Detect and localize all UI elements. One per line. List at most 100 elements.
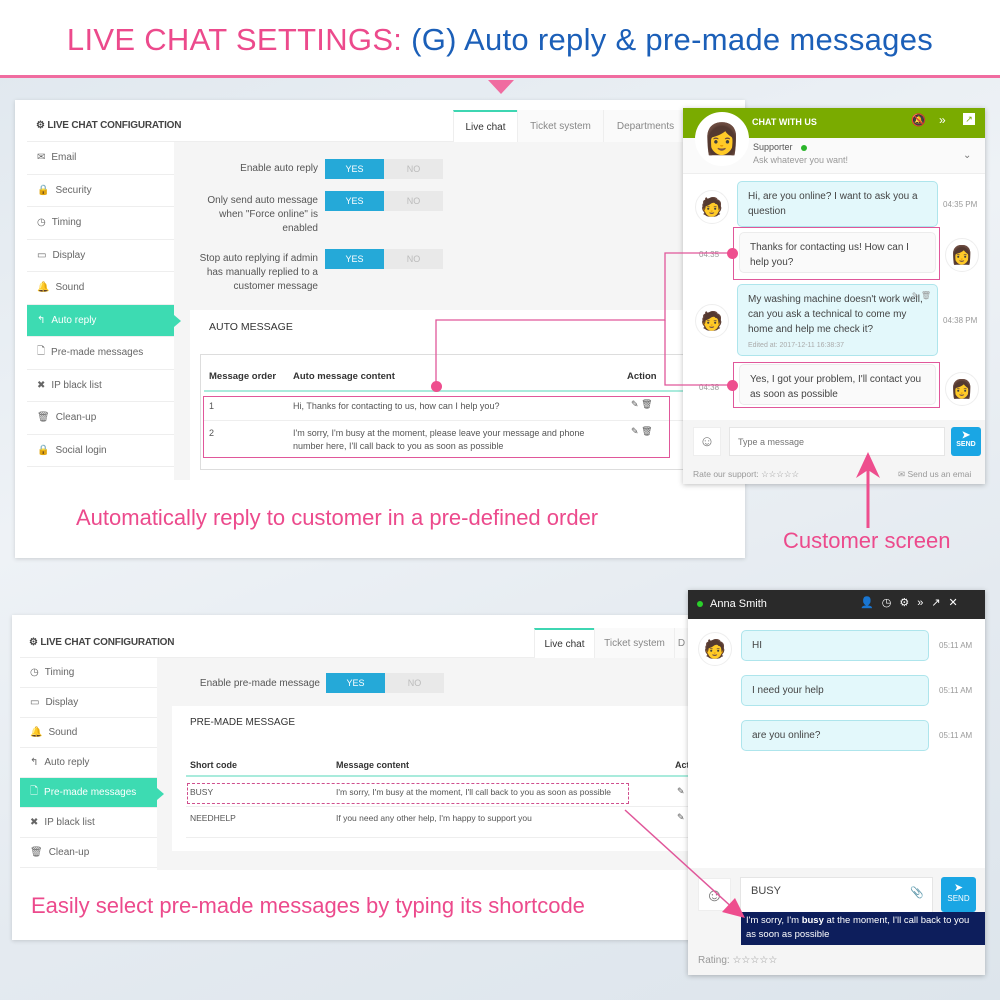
pencil-icon[interactable]: ✎ <box>912 291 919 300</box>
bell-icon: 🔔 <box>37 282 50 294</box>
trash-icon[interactable]: 🗑 <box>921 291 931 300</box>
mute-icon[interactable]: 🔕 <box>911 113 926 127</box>
message-bubble: Hi, are you online? I want to ask you a … <box>737 181 938 227</box>
sidebar: ✉ Email 🔒 Security ◷ Timing ▭ Display 🔔 Sound ↰ Aut… <box>27 142 181 480</box>
history-icon[interactable]: ◷ <box>882 597 900 609</box>
bell-icon: 🔔 <box>30 727 43 738</box>
agent-tagline: Ask whatever you want! <box>753 155 849 165</box>
sidebar-item-timing[interactable]: ◷ Timing <box>20 658 157 688</box>
sidebar-item-label: Social login <box>55 444 107 456</box>
config-panel-2: ⚙ LIVE CHAT CONFIGURATION Live chat Tick… <box>20 628 690 870</box>
lock-icon: 🔒 <box>37 184 50 196</box>
file-icon: 🗋 <box>37 346 46 358</box>
expand-icon[interactable]: ↗ <box>963 113 975 125</box>
pre-made-section: PRE-MADE MESSAGE Short code Message cont… <box>172 706 690 851</box>
sidebar-item-clean-up[interactable]: 🗑 Clean-up <box>20 838 157 868</box>
sidebar-item-clean-up[interactable]: 🗑 Clean-up <box>27 402 174 435</box>
sidebar-item-security[interactable]: 🔒 Security <box>27 175 174 207</box>
force-online-toggle[interactable]: YES NO <box>325 191 443 211</box>
yes-option[interactable]: YES <box>325 159 384 179</box>
edit-icon[interactable]: ✎ <box>677 785 685 798</box>
connector-dot <box>431 381 442 392</box>
shortcode-cell: NEEDHELP <box>190 813 236 823</box>
lock-icon: 🔒 <box>37 444 50 456</box>
message-text: My washing machine doesn't work well, ca… <box>748 294 923 335</box>
tab-ticket-system[interactable]: Ticket system <box>594 628 674 658</box>
sidebar-item-pre-made-messages[interactable]: 🗋 Pre-made messages <box>27 337 174 370</box>
no-option[interactable]: NO <box>384 249 443 269</box>
yes-option[interactable]: YES <box>325 249 384 269</box>
reply-icon: ↰ <box>37 314 46 326</box>
tab-live-chat[interactable]: Live chat <box>453 110 517 142</box>
emoji-button[interactable]: ☺ <box>693 427 721 456</box>
message-time: 05:11 AM <box>939 686 973 695</box>
sidebar-item-label: Display <box>45 697 79 708</box>
yes-option[interactable]: YES <box>326 673 385 693</box>
tab-live-chat[interactable]: Live chat <box>534 628 594 658</box>
highlight-box <box>187 783 629 804</box>
column-header: Message content <box>336 760 410 770</box>
edit-icon[interactable]: ✎ <box>677 811 685 824</box>
sidebar-item-social-login[interactable]: 🔒 Social login <box>27 435 174 467</box>
sidebar-item-email[interactable]: ✉ Email <box>27 142 174 175</box>
admin-chat-widget: Anna Smith 👤◷⚙»↗✕ 🧑 HI 05:11 AM I need y… <box>688 590 985 975</box>
sidebar-item-display[interactable]: ▭ Display <box>20 688 157 718</box>
sidebar-item-pre-made-messages[interactable]: 🗋 Pre-made messages <box>20 778 164 808</box>
clock-icon: ◷ <box>30 667 39 678</box>
star-rating[interactable]: ☆☆☆☆☆ <box>761 469 799 479</box>
star-rating[interactable]: ☆☆☆☆☆ <box>732 955 777 966</box>
message-input[interactable] <box>729 427 945 456</box>
message-input[interactable]: BUSY 📎 <box>740 877 933 913</box>
yes-option[interactable]: YES <box>325 191 384 211</box>
sidebar-item-auto-reply[interactable]: ↰ Auto reply <box>27 304 181 337</box>
message-bubble: HI <box>741 630 929 661</box>
highlight-box <box>203 396 670 458</box>
rate-label: Rate our support: <box>693 469 759 479</box>
customer-name: Anna Smith <box>710 598 767 610</box>
gear-icon[interactable]: ⚙ <box>899 597 917 609</box>
trash-icon: 🗑 <box>30 847 43 858</box>
close-icon[interactable]: ✕ <box>949 597 966 609</box>
sidebar-item-auto-reply[interactable]: ↰ Auto reply <box>20 748 157 778</box>
expand-icon[interactable]: ↗ <box>931 597 948 609</box>
sidebar-item-label: IP black list <box>51 379 102 391</box>
send-button[interactable]: ➤ SEND <box>941 877 976 912</box>
no-option[interactable]: NO <box>384 191 443 211</box>
section-title: PRE-MADE MESSAGE <box>190 717 296 728</box>
paper-plane-icon: ➤ <box>961 430 971 441</box>
sidebar-item-label: Auto reply <box>44 757 90 768</box>
sidebar-item-label: IP black list <box>44 817 95 828</box>
sidebar-item-sound[interactable]: 🔔 Sound <box>20 718 157 748</box>
customer-chat-widget: CHAT WITH US 🔕 » ↗ Supporter Ask whateve… <box>683 108 985 484</box>
paperclip-icon[interactable]: 📎 <box>910 886 924 899</box>
message-time: 05:11 AM <box>939 641 973 650</box>
setting-label: Stop auto replying if admin has manually… <box>199 253 318 292</box>
sidebar-item-sound[interactable]: 🔔 Sound <box>27 272 174 305</box>
tab-departments[interactable]: Departments <box>603 110 687 142</box>
tab-departments[interactable]: D <box>674 628 688 658</box>
sidebar-item-timing[interactable]: ◷ Timing <box>27 207 174 240</box>
send-email-link[interactable]: ✉ Send us an emai <box>898 469 971 480</box>
connector-dot <box>727 380 738 391</box>
sidebar-item-label: Display <box>52 249 86 261</box>
enable-auto-reply-toggle[interactable]: YES NO <box>325 159 443 179</box>
send-button[interactable]: ➤ SEND <box>951 427 981 456</box>
no-option[interactable]: NO <box>384 159 443 179</box>
tab-ticket-system[interactable]: Ticket system <box>517 110 603 142</box>
sidebar-item-label: Clean-up <box>48 847 90 858</box>
minimize-icon[interactable]: » <box>939 113 946 127</box>
pre-made-suggestion[interactable]: I'm sorry, I'm busy at the moment, I'll … <box>741 912 985 945</box>
stop-auto-reply-toggle[interactable]: YES NO <box>325 249 443 269</box>
sidebar-item-ip-black-list[interactable]: ✖ IP black list <box>27 370 174 402</box>
emoji-button[interactable]: ☺ <box>698 878 731 911</box>
customer-avatar: 🧑 <box>695 304 729 338</box>
sidebar-item-ip-black-list[interactable]: ✖ IP black list <box>20 808 157 838</box>
chevron-down-icon[interactable]: ⌄ <box>963 150 971 161</box>
message-bubble: I need your help <box>741 675 929 706</box>
sidebar-item-display[interactable]: ▭ Display <box>27 240 174 272</box>
sidebar-item-label: Security <box>55 184 92 196</box>
user-icon[interactable]: 👤 <box>860 597 882 609</box>
enable-pre-made-toggle[interactable]: YES NO <box>326 673 444 693</box>
no-option[interactable]: NO <box>385 673 444 693</box>
minimize-icon[interactable]: » <box>917 597 931 609</box>
